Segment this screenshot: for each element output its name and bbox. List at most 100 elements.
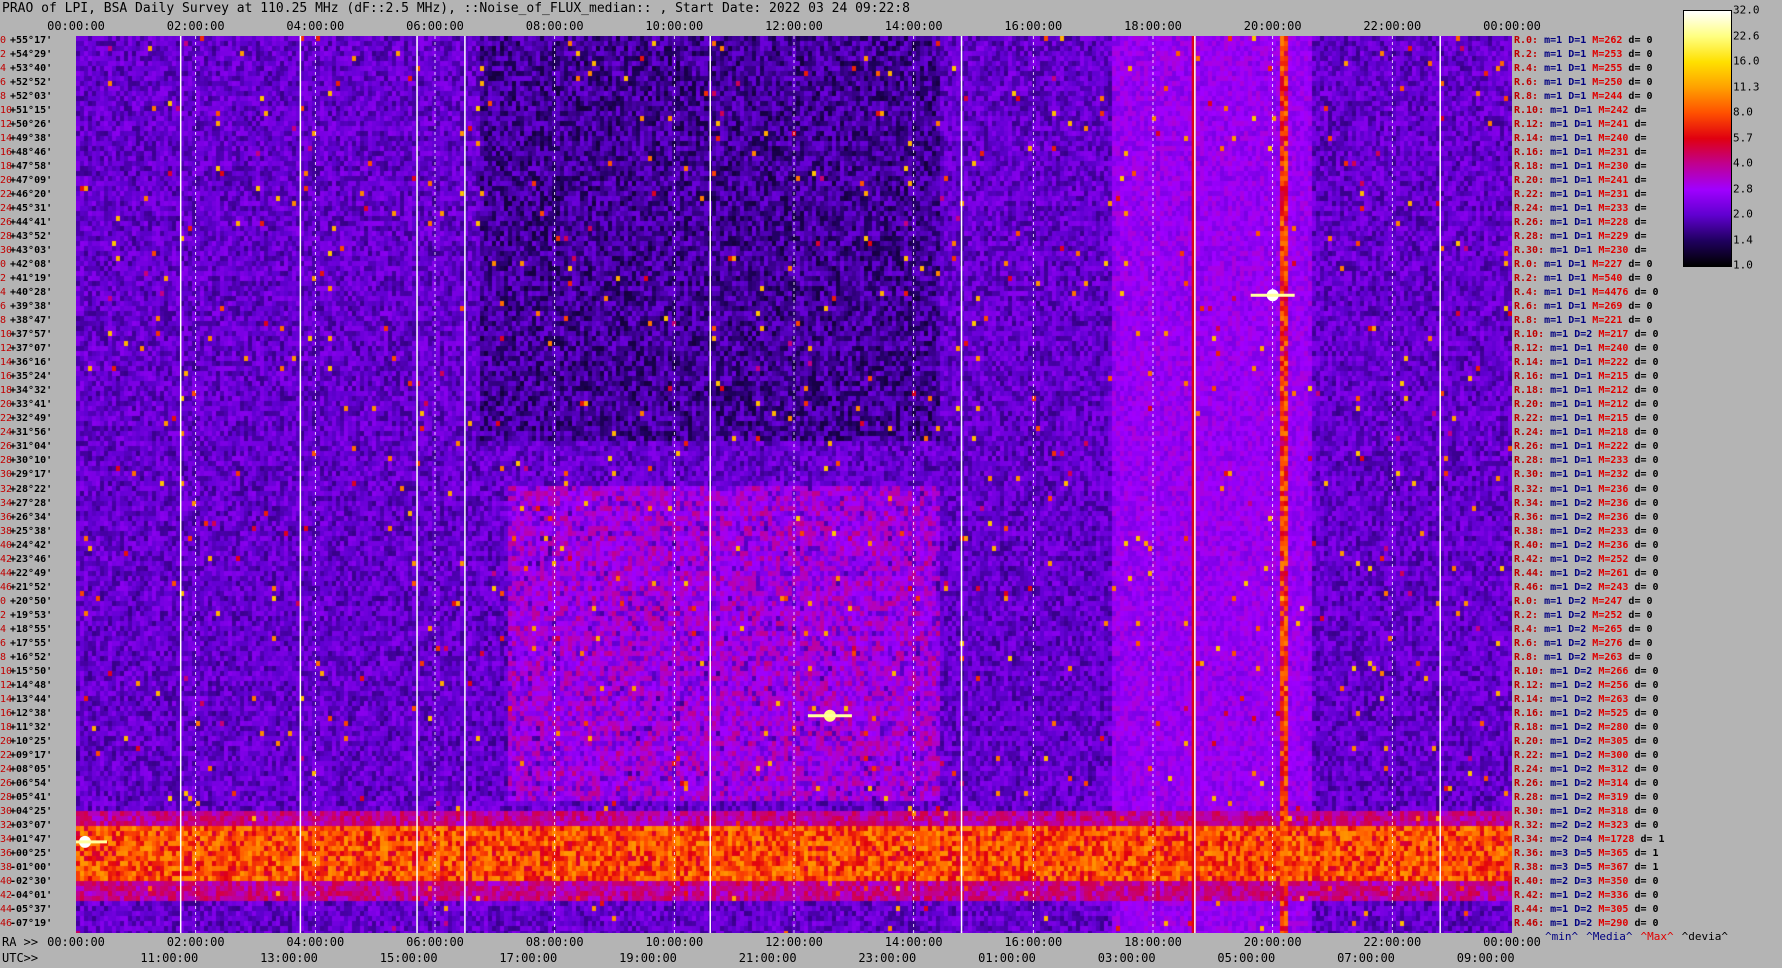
row-stat: R.30: m=1 D=1 M=230 d= [1514, 245, 1646, 259]
stat-m: m=1 [1544, 651, 1569, 663]
row-index: 2 [0, 49, 7, 61]
stat-d: D=1 [1574, 357, 1599, 369]
row-index: 24 [0, 763, 13, 775]
stat-r: R.36: [1514, 511, 1551, 523]
stat-mx: M=525 [1598, 707, 1635, 719]
row-stat: R.38: m=3 D=5 M=367 d= 1 [1514, 862, 1659, 876]
stat-dd: d= 0 [1634, 917, 1659, 929]
stat-d: D=1 [1574, 413, 1599, 425]
row-index: 18 [0, 161, 13, 173]
stat-d: D=2 [1574, 693, 1599, 705]
stat-mx: M=247 [1592, 595, 1629, 607]
row-stat: R.22: m=1 D=2 M=300 d= 0 [1514, 750, 1659, 764]
stat-dd: d= 0 [1634, 819, 1659, 831]
stat-dd: d= 0 [1634, 483, 1659, 495]
declination-label: 28+30°10' [0, 455, 76, 469]
stat-mx: M=1728 [1598, 833, 1641, 845]
declination-label: 2 +19°53' [0, 610, 76, 624]
declination-label: 24+08°05' [0, 764, 76, 778]
stat-r: R.32: [1514, 819, 1551, 831]
declination-value: +45°31' [10, 203, 53, 215]
declination-value: +00°25' [10, 847, 53, 859]
stat-dd: d= 0 [1628, 315, 1653, 327]
row-stat: R.36: m=3 D=5 M=365 d= 1 [1514, 848, 1659, 862]
row-index: 24 [0, 427, 13, 439]
stat-d: D=1 [1574, 189, 1599, 201]
top-tick-label: 18:00:00 [1124, 19, 1182, 33]
stat-mx: M=236 [1598, 483, 1635, 495]
stat-m: m=1 [1550, 105, 1575, 117]
ra-axis-prefix: RA >> [2, 935, 39, 949]
stat-mx: M=233 [1598, 525, 1635, 537]
declination-axis: 0 +55°17' 2 +54°29' 4 +53°40' 6 +52°52' 8 +52°03'… [0, 35, 76, 933]
stat-dd: d= 0 [1634, 413, 1659, 425]
row-index: 10 [0, 105, 13, 117]
row-index: 20 [0, 735, 13, 747]
row-index: 26 [0, 441, 13, 453]
row-stat: R.24: m=1 D=1 M=233 d= [1514, 203, 1646, 217]
stat-m: m=1 [1544, 315, 1569, 327]
stat-m: m=1 [1544, 77, 1569, 89]
stat-dd: d= 0 [1628, 273, 1653, 285]
row-stat: R.44: m=1 D=2 M=261 d= 0 [1514, 568, 1659, 582]
stat-mx: M=265 [1592, 623, 1629, 635]
declination-value: +14°48' [10, 679, 53, 691]
row-stat: R.6: m=1 D=2 M=276 d= 0 [1514, 638, 1653, 652]
stat-d: D=1 [1574, 133, 1599, 145]
row-stat: R.6: m=1 D=1 M=269 d= 0 [1514, 301, 1653, 315]
declination-label: 44-05°37' [0, 904, 76, 918]
stat-d: D=2 [1568, 609, 1593, 621]
stat-dd: d= 0 [1628, 259, 1653, 271]
stat-d: D=2 [1574, 567, 1599, 579]
stat-r: R.40: [1514, 875, 1551, 887]
stat-dd: d= 0 [1628, 623, 1653, 635]
stat-dd: d= 1 [1634, 847, 1659, 859]
stat-r: R.46: [1514, 581, 1551, 593]
stat-d: D=1 [1574, 371, 1599, 383]
heatmap-plot[interactable] [76, 36, 1512, 933]
declination-label: 14+49°38' [0, 133, 76, 147]
stat-dd: d= [1634, 217, 1647, 229]
stat-d: D=1 [1568, 259, 1593, 271]
stat-dd: d= [1634, 161, 1647, 173]
stat-d: D=1 [1574, 399, 1599, 411]
stat-dd: d= 0 [1628, 651, 1653, 663]
stat-mx: M=252 [1592, 609, 1629, 621]
stat-d: D=5 [1574, 861, 1599, 873]
stat-dd: d= 0 [1634, 693, 1659, 705]
stat-mx: M=262 [1592, 35, 1629, 46]
stat-m: m=1 [1550, 665, 1575, 677]
stat-dd: d= 0 [1634, 539, 1659, 551]
row-stat: R.42: m=1 D=2 M=252 d= 0 [1514, 554, 1659, 568]
declination-value: +31°04' [10, 441, 53, 453]
row-stat: R.28: m=1 D=2 M=319 d= 0 [1514, 792, 1659, 806]
declination-label: 16+48°46' [0, 147, 76, 161]
stat-dd: d= 0 [1634, 385, 1659, 397]
stat-dd: d= 0 [1634, 357, 1659, 369]
ra-tick-label: 12:00:00 [765, 935, 823, 949]
stat-d: D=2 [1574, 511, 1599, 523]
row-stat: R.14: m=1 D=1 M=240 d= [1514, 133, 1646, 147]
utc-tick-label: 17:00:00 [499, 951, 558, 965]
stat-m: m=3 [1550, 861, 1575, 873]
ra-tick-label: 16:00:00 [1004, 935, 1063, 949]
stat-d: D=1 [1568, 63, 1593, 75]
stat-dd: d= 0 [1634, 791, 1659, 803]
stat-mx: M=261 [1598, 567, 1635, 579]
row-index: 44 [0, 903, 13, 915]
stat-m: m=1 [1550, 371, 1575, 383]
row-stat: R.40: m=1 D=2 M=236 d= 0 [1514, 540, 1659, 554]
stat-d: D=1 [1574, 147, 1599, 159]
stat-mx: M=215 [1598, 413, 1635, 425]
row-stat: R.2: m=1 D=1 M=540 d= 0 [1514, 273, 1653, 287]
stat-m: m=1 [1550, 147, 1575, 159]
row-index: 38 [0, 525, 13, 537]
row-index: 22 [0, 189, 13, 201]
row-index: 14 [0, 693, 13, 705]
row-index: 42 [0, 889, 13, 901]
stat-m: m=1 [1550, 217, 1575, 229]
ra-tick-label: 06:00:00 [406, 935, 464, 949]
stat-dd: d= 0 [1634, 567, 1659, 579]
stat-r: R.14: [1514, 693, 1551, 705]
declination-value: +01°47' [10, 833, 53, 845]
